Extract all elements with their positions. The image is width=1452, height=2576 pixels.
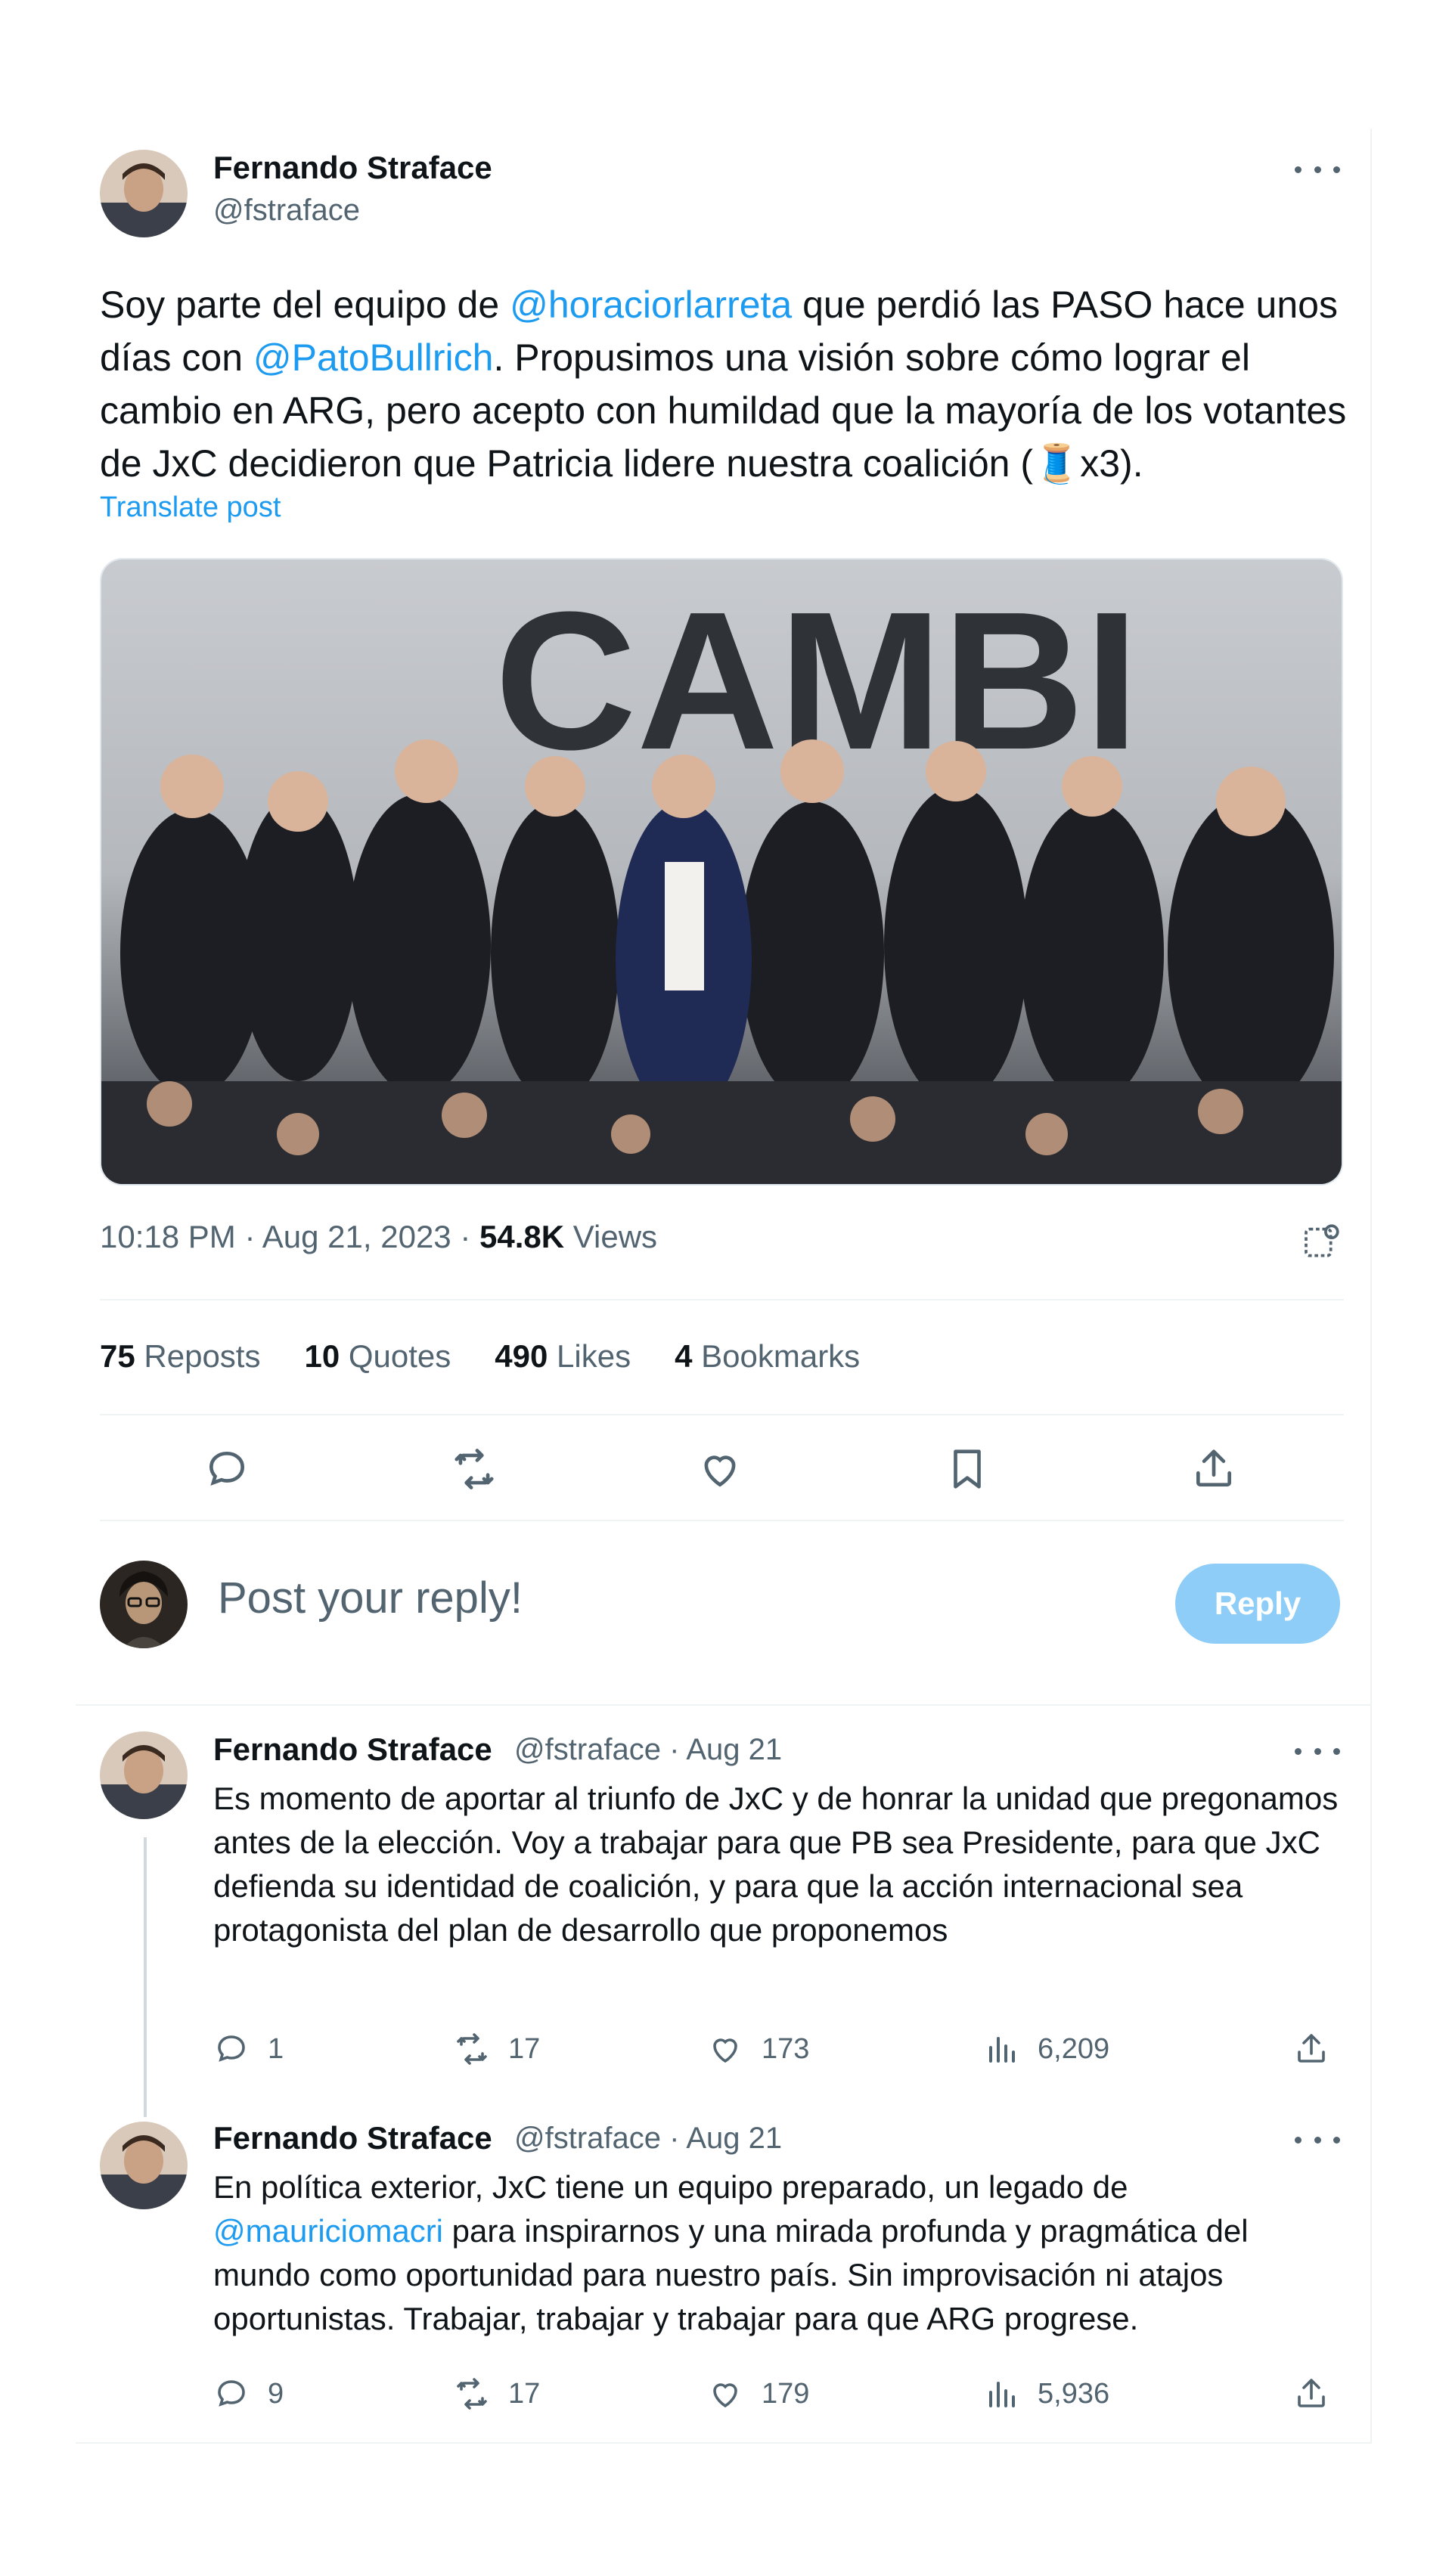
author-avatar[interactable]	[100, 2122, 188, 2209]
likes-count: 173	[762, 2032, 810, 2065]
reply-input[interactable]: Post your reply!	[218, 1573, 523, 1623]
more-icon[interactable]	[1295, 162, 1340, 177]
author-handle[interactable]: @fstraface	[213, 194, 360, 228]
like-icon[interactable]: 179	[707, 2376, 809, 2412]
views-icon[interactable]: 5,936	[983, 2376, 1109, 2412]
bookmark-icon[interactable]	[941, 1443, 994, 1496]
reposts-count: 17	[508, 2377, 541, 2410]
views-count: 5,936	[1038, 2377, 1110, 2410]
reply-icon[interactable]: 1	[213, 2031, 284, 2067]
post-text: Soy parte del equipo de @horaciorlarreta…	[100, 284, 1347, 485]
likes-stat[interactable]: 490 Likes	[495, 1338, 631, 1375]
repost-icon[interactable]: 17	[454, 2376, 540, 2412]
reply-icon[interactable]: 9	[213, 2376, 284, 2412]
post-image[interactable]: CAMBI	[100, 558, 1343, 1186]
current-user-avatar	[100, 1561, 188, 1648]
translate-post-link[interactable]: Translate post	[100, 491, 281, 524]
divider	[76, 1704, 1370, 1706]
bookmarks-stat[interactable]: 4 Bookmarks	[675, 1338, 860, 1375]
mention-link[interactable]: @PatoBullrich	[253, 336, 494, 379]
divider	[100, 1299, 1344, 1300]
reply-meta[interactable]: @fstraface · Aug 21	[514, 1733, 782, 1767]
divider	[76, 2442, 1370, 2444]
share-icon[interactable]	[1293, 2376, 1329, 2412]
views-count: 54.8K	[479, 1219, 565, 1254]
divider	[100, 1520, 1344, 1521]
more-icon[interactable]	[1295, 1744, 1340, 1759]
views-icon[interactable]: 6,209	[983, 2031, 1109, 2067]
reply-author-name[interactable]: Fernando Straface	[213, 2120, 492, 2156]
author-avatar[interactable]	[100, 1731, 188, 1819]
views-count: 6,209	[1038, 2032, 1110, 2065]
likes-count: 179	[762, 2377, 810, 2410]
author-name[interactable]: Fernando Straface	[213, 150, 492, 186]
like-icon[interactable]: 173	[707, 2031, 809, 2067]
engagement-stats: 75 Reposts 10 Quotes 490 Likes 4 Bookmar…	[100, 1338, 860, 1375]
quotes-stat[interactable]: 10 Quotes	[304, 1338, 451, 1375]
share-icon[interactable]	[1187, 1443, 1240, 1496]
replies-count: 1	[268, 2032, 284, 2065]
reply-text: Es momento de aportar al triunfo de JxC …	[213, 1781, 1339, 1948]
mention-link[interactable]: @horaciorlarreta	[510, 284, 792, 326]
reply-meta[interactable]: @fstraface · Aug 21	[514, 2122, 782, 2156]
repost-icon[interactable]: 17	[454, 2031, 540, 2067]
author-avatar[interactable]	[100, 150, 188, 237]
reply-text: En política exterior, JxC tiene un equip…	[213, 2169, 1249, 2336]
reply-author-name[interactable]: Fernando Straface	[213, 1731, 492, 1768]
repost-icon[interactable]	[448, 1443, 501, 1496]
thread-emoji: 🧵	[1032, 442, 1081, 485]
analytics-icon[interactable]	[1299, 1219, 1345, 1264]
post-timestamp: 10:18 PM · Aug 21, 2023 · 54.8K Views	[100, 1219, 658, 1254]
more-icon[interactable]	[1295, 2132, 1340, 2147]
reposts-count: 17	[508, 2032, 541, 2065]
reply-icon[interactable]	[200, 1443, 253, 1496]
thread-line	[144, 1837, 147, 2117]
replies-count: 9	[268, 2377, 284, 2410]
share-icon[interactable]	[1293, 2031, 1329, 2067]
divider	[100, 1414, 1344, 1415]
reposts-stat[interactable]: 75 Reposts	[100, 1338, 260, 1375]
mention-link[interactable]: @mauriciomacri	[213, 2213, 443, 2249]
like-icon[interactable]	[693, 1443, 746, 1496]
reply-button[interactable]: Reply	[1175, 1564, 1340, 1644]
